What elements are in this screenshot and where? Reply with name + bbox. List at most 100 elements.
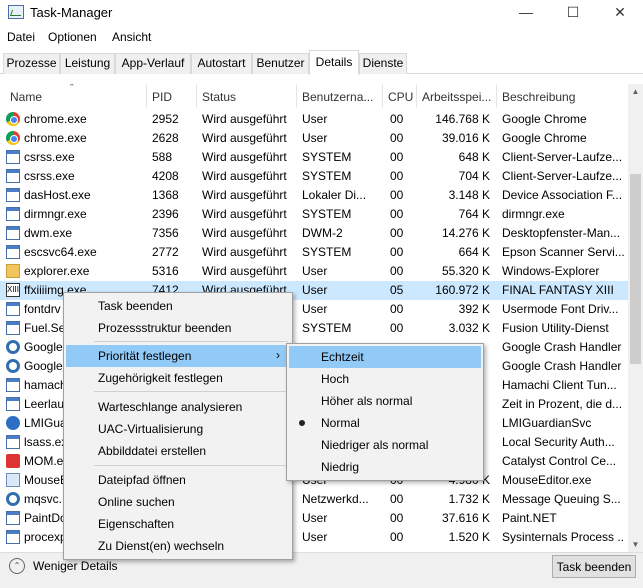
window-icon	[6, 530, 20, 544]
column-divider[interactable]	[496, 84, 497, 108]
menu-item-label: Priorität festlegen	[98, 349, 192, 363]
window-icon	[6, 321, 20, 335]
cell-pid: 2396	[152, 207, 179, 221]
window-icon	[6, 188, 20, 202]
tab-prozesse[interactable]: Prozesse	[3, 53, 60, 74]
menu-item-label: Zugehörigkeit festlegen	[98, 371, 223, 385]
table-row[interactable]: escsvc64.exe 2772 Wird ausgeführt SYSTEM 00 6…	[0, 243, 628, 262]
priority-realtime[interactable]: Echtzeit	[289, 346, 481, 368]
table-row[interactable]: chrome.exe 2628 Wird ausgeführt User 00 39.01…	[0, 129, 628, 148]
window-icon	[6, 245, 20, 259]
table-row[interactable]: dasHost.exe 1368 Wird ausgeführt Lokaler Di…	[0, 186, 628, 205]
cell-name: explorer.exe	[24, 264, 90, 278]
menu-separator	[94, 465, 288, 466]
cell-memory: 664 K	[458, 245, 490, 259]
cell-status: Wird ausgeführt	[202, 169, 287, 183]
tab-details[interactable]: Details	[309, 50, 359, 75]
tab-autostart[interactable]: Autostart	[191, 53, 252, 74]
scroll-up-icon[interactable]: ▲	[628, 84, 643, 99]
blue-icon	[6, 416, 20, 430]
col-user[interactable]: Benutzerna...	[302, 90, 373, 104]
column-divider[interactable]	[416, 84, 417, 108]
col-pid[interactable]: PID	[152, 90, 172, 104]
cell-user: SYSTEM	[302, 245, 352, 259]
title-bar: Task-Manager — ☐ ✕	[0, 0, 643, 26]
tab-dienste[interactable]: Dienste	[359, 53, 407, 74]
cell-cpu: 00	[390, 492, 404, 506]
cell-name: dasHost.exe	[24, 188, 91, 202]
col-cpu[interactable]: CPU	[388, 90, 413, 104]
column-divider[interactable]	[146, 84, 147, 108]
menu-item-uac-virtualization[interactable]: UAC-Virtualisierung	[66, 418, 290, 440]
cell-description: Usermode Font Driv...	[502, 302, 619, 316]
window-icon	[6, 150, 20, 164]
cell-description: LMIGuardianSvc	[502, 416, 592, 430]
priority-below-normal[interactable]: Niedriger als normal	[289, 434, 481, 456]
window-icon	[6, 378, 20, 392]
col-status[interactable]: Status	[202, 90, 236, 104]
table-row[interactable]: csrss.exe 588 Wird ausgeführt SYSTEM 00 648 K…	[0, 148, 628, 167]
tab-benutzer[interactable]: Benutzer	[252, 53, 309, 74]
sort-up-icon: ⌃	[68, 84, 76, 92]
menu-item-search-online[interactable]: Online suchen	[66, 491, 290, 513]
table-row[interactable]: csrss.exe 4208 Wird ausgeführt SYSTEM 00 704 …	[0, 167, 628, 186]
tab-leistung[interactable]: Leistung	[60, 53, 115, 74]
table-row[interactable]: dirmngr.exe 2396 Wird ausgeführt SYSTEM 00 76…	[0, 205, 628, 224]
cell-description: Catalyst Control Ce...	[502, 454, 617, 468]
priority-above-normal[interactable]: Höher als normal	[289, 390, 481, 412]
cell-memory: 37.616 K	[441, 511, 490, 525]
cell-description: Client-Server-Laufze...	[502, 169, 623, 183]
less-details-link[interactable]: Weniger Details	[33, 559, 117, 573]
menu-item-end-process-tree[interactable]: Prozessstruktur beenden	[66, 317, 290, 339]
cell-pid: 2628	[152, 131, 179, 145]
end-task-button[interactable]: Task beenden	[552, 555, 636, 578]
table-row[interactable]: dwm.exe 7356 Wird ausgeführt DWM-2 00 14.276 …	[0, 224, 628, 243]
cell-name: chrome.exe	[24, 131, 87, 145]
cell-status: Wird ausgeführt	[202, 150, 287, 164]
window-icon	[6, 511, 20, 525]
cell-user: User	[302, 302, 328, 316]
col-description[interactable]: Beschreibung	[502, 90, 575, 104]
priority-normal[interactable]: Normal	[289, 412, 481, 434]
cell-memory: 14.276 K	[441, 226, 490, 240]
menu-datei[interactable]: Datei	[7, 30, 35, 44]
cell-user: SYSTEM	[302, 207, 352, 221]
menu-item-end-task[interactable]: Task beenden	[66, 295, 290, 317]
menu-ansicht[interactable]: Ansicht	[112, 30, 151, 44]
priority-high[interactable]: Hoch	[289, 368, 481, 390]
cell-cpu: 05	[390, 283, 404, 297]
column-divider[interactable]	[196, 84, 197, 108]
menu-item-open-file-location[interactable]: Dateipfad öffnen	[66, 469, 290, 491]
table-row[interactable]: explorer.exe 5316 Wird ausgeführt User 00 55.…	[0, 262, 628, 281]
column-divider[interactable]	[296, 84, 297, 108]
vertical-scrollbar[interactable]: ▲ ▼	[628, 84, 643, 552]
menu-item-set-affinity[interactable]: Zugehörigkeit festlegen	[66, 367, 290, 389]
cell-cpu: 00	[390, 207, 404, 221]
priority-label: Niedrig	[321, 460, 360, 474]
scroll-down-icon[interactable]: ▼	[628, 537, 643, 552]
col-memory[interactable]: Arbeitsspei...	[422, 90, 491, 104]
menu-optionen[interactable]: Optionen	[48, 30, 97, 44]
close-button[interactable]: ✕	[597, 0, 643, 26]
window-icon	[6, 207, 20, 221]
tab-app-verlauf[interactable]: App-Verlauf	[115, 53, 191, 74]
scroll-thumb[interactable]	[630, 174, 641, 364]
menu-item-set-priority[interactable]: Priorität festlegen ›	[66, 345, 290, 367]
cell-cpu: 00	[390, 226, 404, 240]
priority-low[interactable]: Niedrig	[289, 456, 481, 478]
col-name[interactable]: Name	[10, 90, 42, 104]
table-row[interactable]: chrome.exe 2952 Wird ausgeführt User 00 146.7…	[0, 110, 628, 129]
maximize-button[interactable]: ☐	[550, 0, 596, 26]
column-divider[interactable]	[382, 84, 383, 108]
cell-description: Google Crash Handler	[502, 359, 622, 373]
chevron-up-icon[interactable]: ⌃	[9, 558, 25, 574]
cell-description: Message Queuing S...	[502, 492, 621, 506]
cell-name: escsvc64.exe	[24, 245, 97, 259]
menu-item-properties[interactable]: Eigenschaften	[66, 513, 290, 535]
cell-user: User	[302, 283, 328, 297]
menu-item-go-to-services[interactable]: Zu Dienst(en) wechseln	[66, 535, 290, 557]
menu-item-analyze-wait-chain[interactable]: Warteschlange analysieren	[66, 396, 290, 418]
cell-user: Netzwerkd...	[302, 492, 369, 506]
menu-item-create-dump[interactable]: Abbilddatei erstellen	[66, 440, 290, 462]
minimize-button[interactable]: —	[503, 0, 549, 26]
